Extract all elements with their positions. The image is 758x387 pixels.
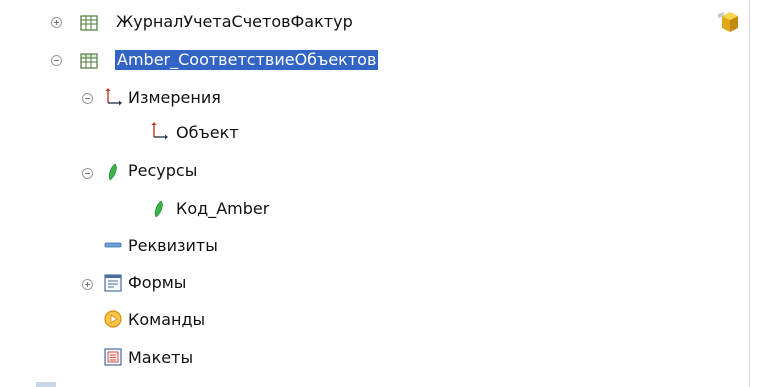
top-clip xyxy=(0,0,740,3)
resource-icon xyxy=(154,200,163,218)
forms-icon xyxy=(104,274,122,292)
tree-item-label: ЖурналУчетаСчетовФактур xyxy=(116,12,353,31)
dimensions-icon xyxy=(105,88,122,106)
collapse-minus-icon[interactable] xyxy=(82,93,93,104)
cube-icon xyxy=(718,12,738,32)
tree-item-label: Измерения xyxy=(128,88,221,107)
partial-icon xyxy=(36,382,56,387)
tree-item-label: Amber_СоответствиеОбъектов xyxy=(115,50,379,70)
collapse-minus-icon[interactable] xyxy=(82,168,93,179)
tree-item-label: Ресурсы xyxy=(128,161,198,180)
tree-item-label: Объект xyxy=(176,123,239,142)
tree-item-label: Макеты xyxy=(128,348,194,367)
dimension-icon xyxy=(151,122,168,140)
commands-icon xyxy=(104,310,122,328)
attributes-icon xyxy=(104,242,122,248)
panel-divider xyxy=(749,0,750,387)
templates-icon xyxy=(104,348,122,366)
tree-item-label: Формы xyxy=(128,273,187,292)
tree-item-label: Команды xyxy=(128,310,206,329)
expand-plus-icon[interactable] xyxy=(82,279,93,290)
table-icon xyxy=(80,53,98,69)
tree-item-label: Реквизиты xyxy=(128,236,218,255)
tree-item-label: Код_Amber xyxy=(176,199,270,218)
resources-icon xyxy=(108,163,117,181)
expand-plus-icon[interactable] xyxy=(51,17,62,28)
table-icon xyxy=(80,15,98,31)
metadata-tree: ЖурналУчетаСчетовФактур Amber_Соответств… xyxy=(0,0,750,387)
collapse-minus-icon[interactable] xyxy=(51,55,62,66)
